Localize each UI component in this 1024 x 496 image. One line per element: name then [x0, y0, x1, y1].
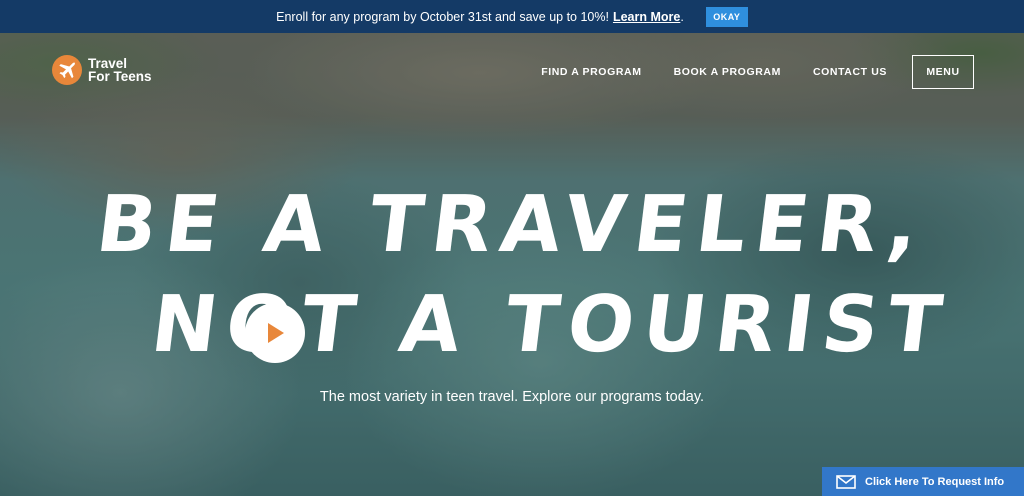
site-logo[interactable]: Travel For Teens — [52, 55, 152, 85]
nav-find-a-program[interactable]: FIND A PROGRAM — [541, 66, 641, 78]
hero-subheadline: The most variety in teen travel. Explore… — [319, 389, 705, 405]
nav-book-a-program[interactable]: BOOK A PROGRAM — [674, 66, 781, 78]
okay-button[interactable]: OKAY — [705, 6, 748, 27]
request-info-label: Click Here To Request Info — [865, 475, 1005, 488]
announcement-period: . — [680, 9, 684, 24]
play-icon — [268, 323, 284, 343]
logo-text: Travel For Teens — [88, 57, 152, 84]
logo-line-2: For Teens — [88, 69, 152, 84]
request-info-button[interactable]: Click Here To Request Info — [822, 467, 1024, 496]
airplane-icon — [52, 55, 82, 85]
headline-line-1: BE A TRAVELER, — [91, 180, 933, 270]
envelope-icon — [836, 474, 856, 489]
main-nav: FIND A PROGRAM BOOK A PROGRAM CONTACT US… — [509, 55, 974, 89]
learn-more-link[interactable]: Learn More — [613, 10, 680, 24]
announcement-message: Enroll for any program by October 31st a… — [276, 9, 609, 24]
menu-button[interactable]: MENU — [912, 55, 974, 89]
headline-line-2: NOT A TOURIST — [146, 280, 956, 370]
announcement-bar: Enroll for any program by October 31st a… — [0, 0, 1024, 33]
nav-contact-us[interactable]: CONTACT US — [813, 66, 887, 78]
play-video-button[interactable] — [245, 303, 305, 363]
